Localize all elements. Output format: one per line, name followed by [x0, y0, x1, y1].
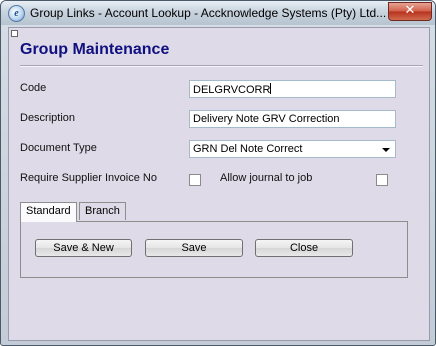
page-title: Group Maintenance — [20, 41, 170, 58]
window-title: Group Links - Account Lookup - Accknowle… — [30, 6, 387, 20]
code-field[interactable]: DELGRVCORR — [189, 80, 396, 98]
form-area: Group Maintenance Code DELGRVCORR Descri… — [8, 27, 430, 341]
close-button[interactable]: Close — [255, 239, 353, 257]
description-value: Delivery Note GRV Correction — [193, 113, 340, 125]
save-button[interactable]: Save — [145, 239, 243, 257]
document-type-select[interactable]: GRN Del Note Correct — [189, 140, 396, 158]
text-cursor — [270, 83, 272, 94]
document-type-value: GRN Del Note Correct — [193, 143, 303, 155]
tab-standard[interactable]: Standard — [20, 202, 77, 222]
title-bar[interactable]: e Group Links - Account Lookup - Accknow… — [1, 1, 435, 25]
group-links-window: e Group Links - Account Lookup - Accknow… — [0, 0, 436, 346]
allow-journal-label: Allow journal to job — [220, 172, 313, 184]
save-new-button[interactable]: Save & New — [35, 239, 132, 257]
code-label: Code — [20, 82, 47, 94]
title-divider — [20, 65, 423, 67]
description-field[interactable]: Delivery Note GRV Correction — [189, 110, 396, 128]
require-supplier-invoice-checkbox[interactable] — [189, 174, 201, 186]
code-value: DELGRVCORR — [193, 84, 271, 96]
tab-branch[interactable]: Branch — [79, 202, 126, 220]
require-supplier-invoice-label: Require Supplier Invoice No — [20, 172, 157, 184]
system-menu-box-icon[interactable] — [11, 30, 18, 37]
dropdown-arrow-icon[interactable] — [382, 148, 390, 152]
document-type-label: Document Type — [20, 142, 97, 154]
window-close-button[interactable]: ✕ — [388, 2, 432, 21]
app-icon: e — [8, 5, 25, 22]
allow-journal-checkbox[interactable] — [376, 174, 388, 186]
description-label: Description — [20, 112, 76, 124]
